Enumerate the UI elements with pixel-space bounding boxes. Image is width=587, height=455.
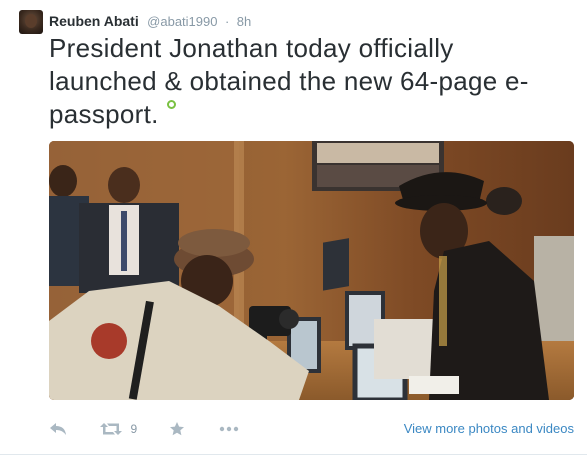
tweet-text: President Jonathan today officially laun…	[49, 33, 529, 129]
tweet-text-container: President Jonathan today officially laun…	[49, 32, 569, 131]
more-button[interactable]	[219, 418, 239, 440]
author-handle[interactable]: @abati1990	[147, 14, 217, 29]
tweet-header: Reuben Abati @abati1990 · 8h	[49, 11, 251, 31]
author-avatar[interactable]	[19, 10, 43, 34]
view-more-media-link[interactable]: View more photos and videos	[404, 418, 574, 440]
retweet-icon	[100, 423, 122, 435]
author-name[interactable]: Reuben Abati	[49, 13, 139, 29]
geo-location-icon[interactable]	[166, 100, 176, 109]
star-icon	[170, 421, 184, 436]
meta-separator: ·	[224, 14, 230, 29]
tweet: Reuben Abati @abati1990 · 8h President J…	[0, 0, 587, 455]
tweet-photo[interactable]	[49, 141, 574, 400]
reply-icon	[50, 422, 66, 435]
retweet-count: 9	[130, 422, 138, 436]
more-dots-icon	[219, 426, 239, 431]
retweet-button[interactable]: 9	[100, 418, 137, 440]
favorite-button[interactable]	[169, 418, 185, 440]
reply-button[interactable]	[49, 418, 67, 440]
tweet-timestamp[interactable]: 8h	[237, 14, 251, 29]
tweet-actions: 9 View more photos and videos	[49, 418, 574, 440]
